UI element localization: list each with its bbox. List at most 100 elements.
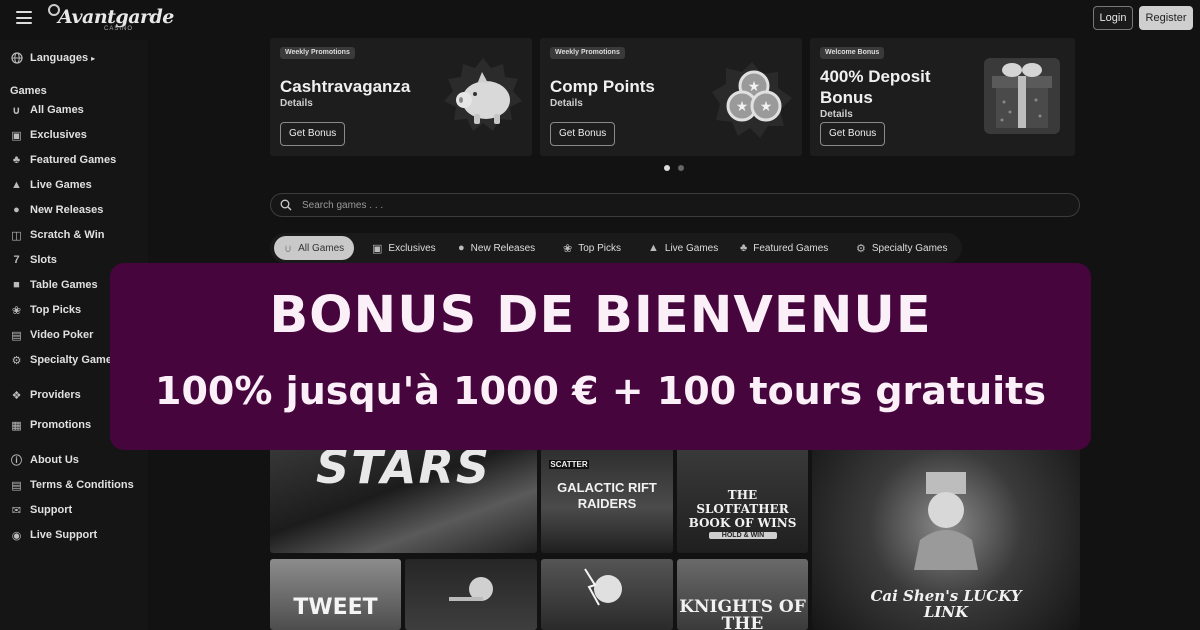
caret-right-icon: ▸ bbox=[91, 53, 96, 63]
top-bar: Avantgarde CASINO Login Register bbox=[0, 0, 1200, 36]
clover-icon: ♣ bbox=[740, 242, 748, 254]
casino-logo[interactable]: Avantgarde CASINO bbox=[48, 4, 174, 34]
sidebar-item-promotions[interactable]: ▦ Promotions bbox=[10, 417, 91, 433]
game-title: KNIGHTS OF THE bbox=[679, 597, 806, 630]
promo-details-link[interactable]: Details bbox=[280, 98, 313, 109]
sidebar-item-table-games[interactable]: ■ Table Games bbox=[10, 277, 98, 293]
chat-icon: ◉ bbox=[11, 529, 22, 542]
sidebar-item-support[interactable]: ✉ Support bbox=[10, 502, 72, 518]
tab-live-games[interactable]: ▲ Live Games bbox=[648, 236, 718, 260]
sidebar-item-specialty-games[interactable]: ⚙ Specialty Games bbox=[10, 352, 119, 368]
promo-details-link[interactable]: Details bbox=[820, 109, 853, 120]
sidebar-item-top-picks[interactable]: ❀ Top Picks bbox=[10, 302, 81, 318]
welcome-bonus-banner[interactable]: BONUS DE BIENVENUE 100% jusqu'à 1000 € +… bbox=[110, 263, 1091, 450]
clover-icon: ♣ bbox=[12, 154, 21, 166]
sidebar-item-label: Featured Games bbox=[30, 154, 117, 166]
sidebar-item-featured-games[interactable]: ♣ Featured Games bbox=[10, 152, 116, 168]
exclusive-icon: ▣ bbox=[372, 242, 383, 255]
game-tile-stars[interactable]: STARS bbox=[270, 440, 537, 553]
sidebar-item-about-us[interactable]: ⓘ About Us bbox=[10, 452, 79, 468]
sidebar-item-label: Support bbox=[30, 504, 73, 516]
carousel-dot[interactable] bbox=[678, 165, 684, 171]
logo-text: Avantgarde bbox=[58, 6, 174, 28]
award-icon: ❀ bbox=[11, 304, 22, 317]
sidebar-item-new-releases[interactable]: ● New Releases bbox=[10, 202, 103, 218]
game-tile-galactic-rift-raiders[interactable]: SCATTER GALACTIC RIFT RAIDERS bbox=[541, 440, 673, 553]
game-title: Cai Shen's LUCKY LINK bbox=[870, 587, 1022, 621]
gear-icon: ⚙ bbox=[11, 354, 22, 367]
game-tile-knights[interactable]: KNIGHTS OF THE bbox=[677, 559, 808, 630]
tab-label: All Games bbox=[298, 242, 345, 254]
promo-details-link[interactable]: Details bbox=[550, 98, 583, 109]
sidebar-item-label: All Games bbox=[30, 104, 84, 116]
sidebar-item-video-poker[interactable]: ▤ Video Poker bbox=[10, 327, 93, 343]
sidebar-item-label: Terms & Conditions bbox=[30, 479, 134, 491]
search-input[interactable] bbox=[302, 197, 1062, 213]
search-bar[interactable] bbox=[270, 193, 1080, 217]
info-icon: ⓘ bbox=[11, 455, 22, 467]
languages-menu[interactable]: Languages ▸ bbox=[10, 50, 95, 66]
tab-new-releases[interactable]: ● New Releases bbox=[458, 236, 535, 260]
promo-card-deposit-bonus[interactable]: Welcome Bonus 400% Deposit Bonus Details… bbox=[810, 38, 1075, 156]
live-icon: ▲ bbox=[11, 179, 22, 191]
tab-all-games[interactable]: ∪ All Games bbox=[274, 236, 355, 260]
promo-card-comp-points[interactable]: Weekly Promotions Comp Points Details Ge… bbox=[540, 38, 802, 156]
sidebar-item-providers[interactable]: ❖ Providers bbox=[10, 387, 81, 403]
new-icon: ● bbox=[13, 204, 20, 216]
game-tile-slotfather[interactable]: THE SLOTFATHER BOOK OF WINS HOLD & WIN bbox=[677, 440, 808, 553]
promo-card-cashtravaganza[interactable]: Weekly Promotions Cashtravaganza Details… bbox=[270, 38, 532, 156]
sidebar-item-label: Slots bbox=[30, 254, 57, 266]
piggy-bank-icon bbox=[444, 58, 522, 131]
tab-label: Live Games bbox=[664, 242, 719, 254]
sidebar-item-live-support[interactable]: ◉ Live Support bbox=[10, 527, 98, 543]
sidebar-item-all-games[interactable]: ∪ All Games bbox=[10, 102, 84, 118]
gift-icon: ▦ bbox=[11, 419, 22, 432]
game-tile-cards[interactable] bbox=[405, 559, 537, 630]
sidebar-item-live-games[interactable]: ▲ Live Games bbox=[10, 177, 92, 193]
game-tile-tweet[interactable]: TWEET bbox=[270, 559, 401, 630]
sidebar-item-label: Promotions bbox=[30, 419, 92, 431]
sidebar-item-scratch-win[interactable]: ◫ Scratch & Win bbox=[10, 227, 104, 243]
promo-title: Comp Points bbox=[550, 77, 655, 96]
new-icon: ● bbox=[458, 242, 465, 254]
tab-featured-games[interactable]: ♣ Featured Games bbox=[740, 236, 828, 260]
carousel-dot[interactable] bbox=[664, 165, 670, 171]
sidebar-item-label: Live Games bbox=[30, 179, 92, 191]
globe-icon bbox=[10, 52, 23, 65]
horseshoe-icon: ∪ bbox=[12, 104, 21, 117]
svg-text:★: ★ bbox=[748, 78, 761, 94]
star-coins-icon: ★ ★ ★ bbox=[712, 62, 792, 138]
tab-label: Top Picks bbox=[578, 242, 622, 254]
poker-icon: ▤ bbox=[11, 329, 22, 342]
tab-top-picks[interactable]: ❀ Top Picks bbox=[563, 236, 621, 260]
get-bonus-button[interactable]: Get Bonus bbox=[280, 122, 346, 146]
game-tile-cai-shen-lucky-link[interactable]: Cai Shen's LUCKY LINK bbox=[812, 440, 1080, 630]
sidebar-item-exclusives[interactable]: ▣ Exclusives bbox=[10, 127, 87, 143]
get-bonus-button[interactable]: Get Bonus bbox=[550, 122, 616, 146]
gear-icon: ⚙ bbox=[856, 242, 866, 255]
sidebar-item-label: Scratch & Win bbox=[30, 229, 105, 241]
svg-text:★: ★ bbox=[760, 98, 773, 114]
login-button[interactable]: Login bbox=[1093, 6, 1133, 30]
sidebar-item-label: Table Games bbox=[30, 279, 98, 291]
games-heading: Games bbox=[10, 85, 47, 97]
game-title: THE SLOTFATHER BOOK OF WINS bbox=[688, 488, 797, 530]
sidebar-item-label: Specialty Games bbox=[30, 354, 119, 366]
tab-exclusives[interactable]: ▣ Exclusives bbox=[372, 236, 436, 260]
sidebar-item-terms[interactable]: ▤ Terms & Conditions bbox=[10, 477, 134, 493]
sidebar-item-label: Video Poker bbox=[30, 329, 94, 341]
menu-icon[interactable] bbox=[16, 11, 32, 24]
register-button[interactable]: Register bbox=[1139, 6, 1193, 30]
languages-label: Languages bbox=[30, 52, 89, 64]
character-art bbox=[584, 568, 622, 606]
tab-label: Specialty Games bbox=[871, 242, 948, 254]
sidebar-item-label: Top Picks bbox=[30, 304, 82, 316]
game-tile-lightning[interactable] bbox=[541, 559, 673, 630]
game-category-tabs: ∪ All Games ▣ Exclusives ● New Releases … bbox=[270, 233, 962, 263]
sidebar-item-slots[interactable]: 7 Slots bbox=[10, 252, 57, 268]
promo-tag: Weekly Promotions bbox=[550, 47, 625, 59]
exclusive-icon: ▣ bbox=[11, 129, 22, 142]
table-icon: ■ bbox=[13, 279, 20, 291]
get-bonus-button[interactable]: Get Bonus bbox=[820, 122, 886, 146]
tab-specialty-games[interactable]: ⚙ Specialty Games bbox=[856, 236, 947, 260]
